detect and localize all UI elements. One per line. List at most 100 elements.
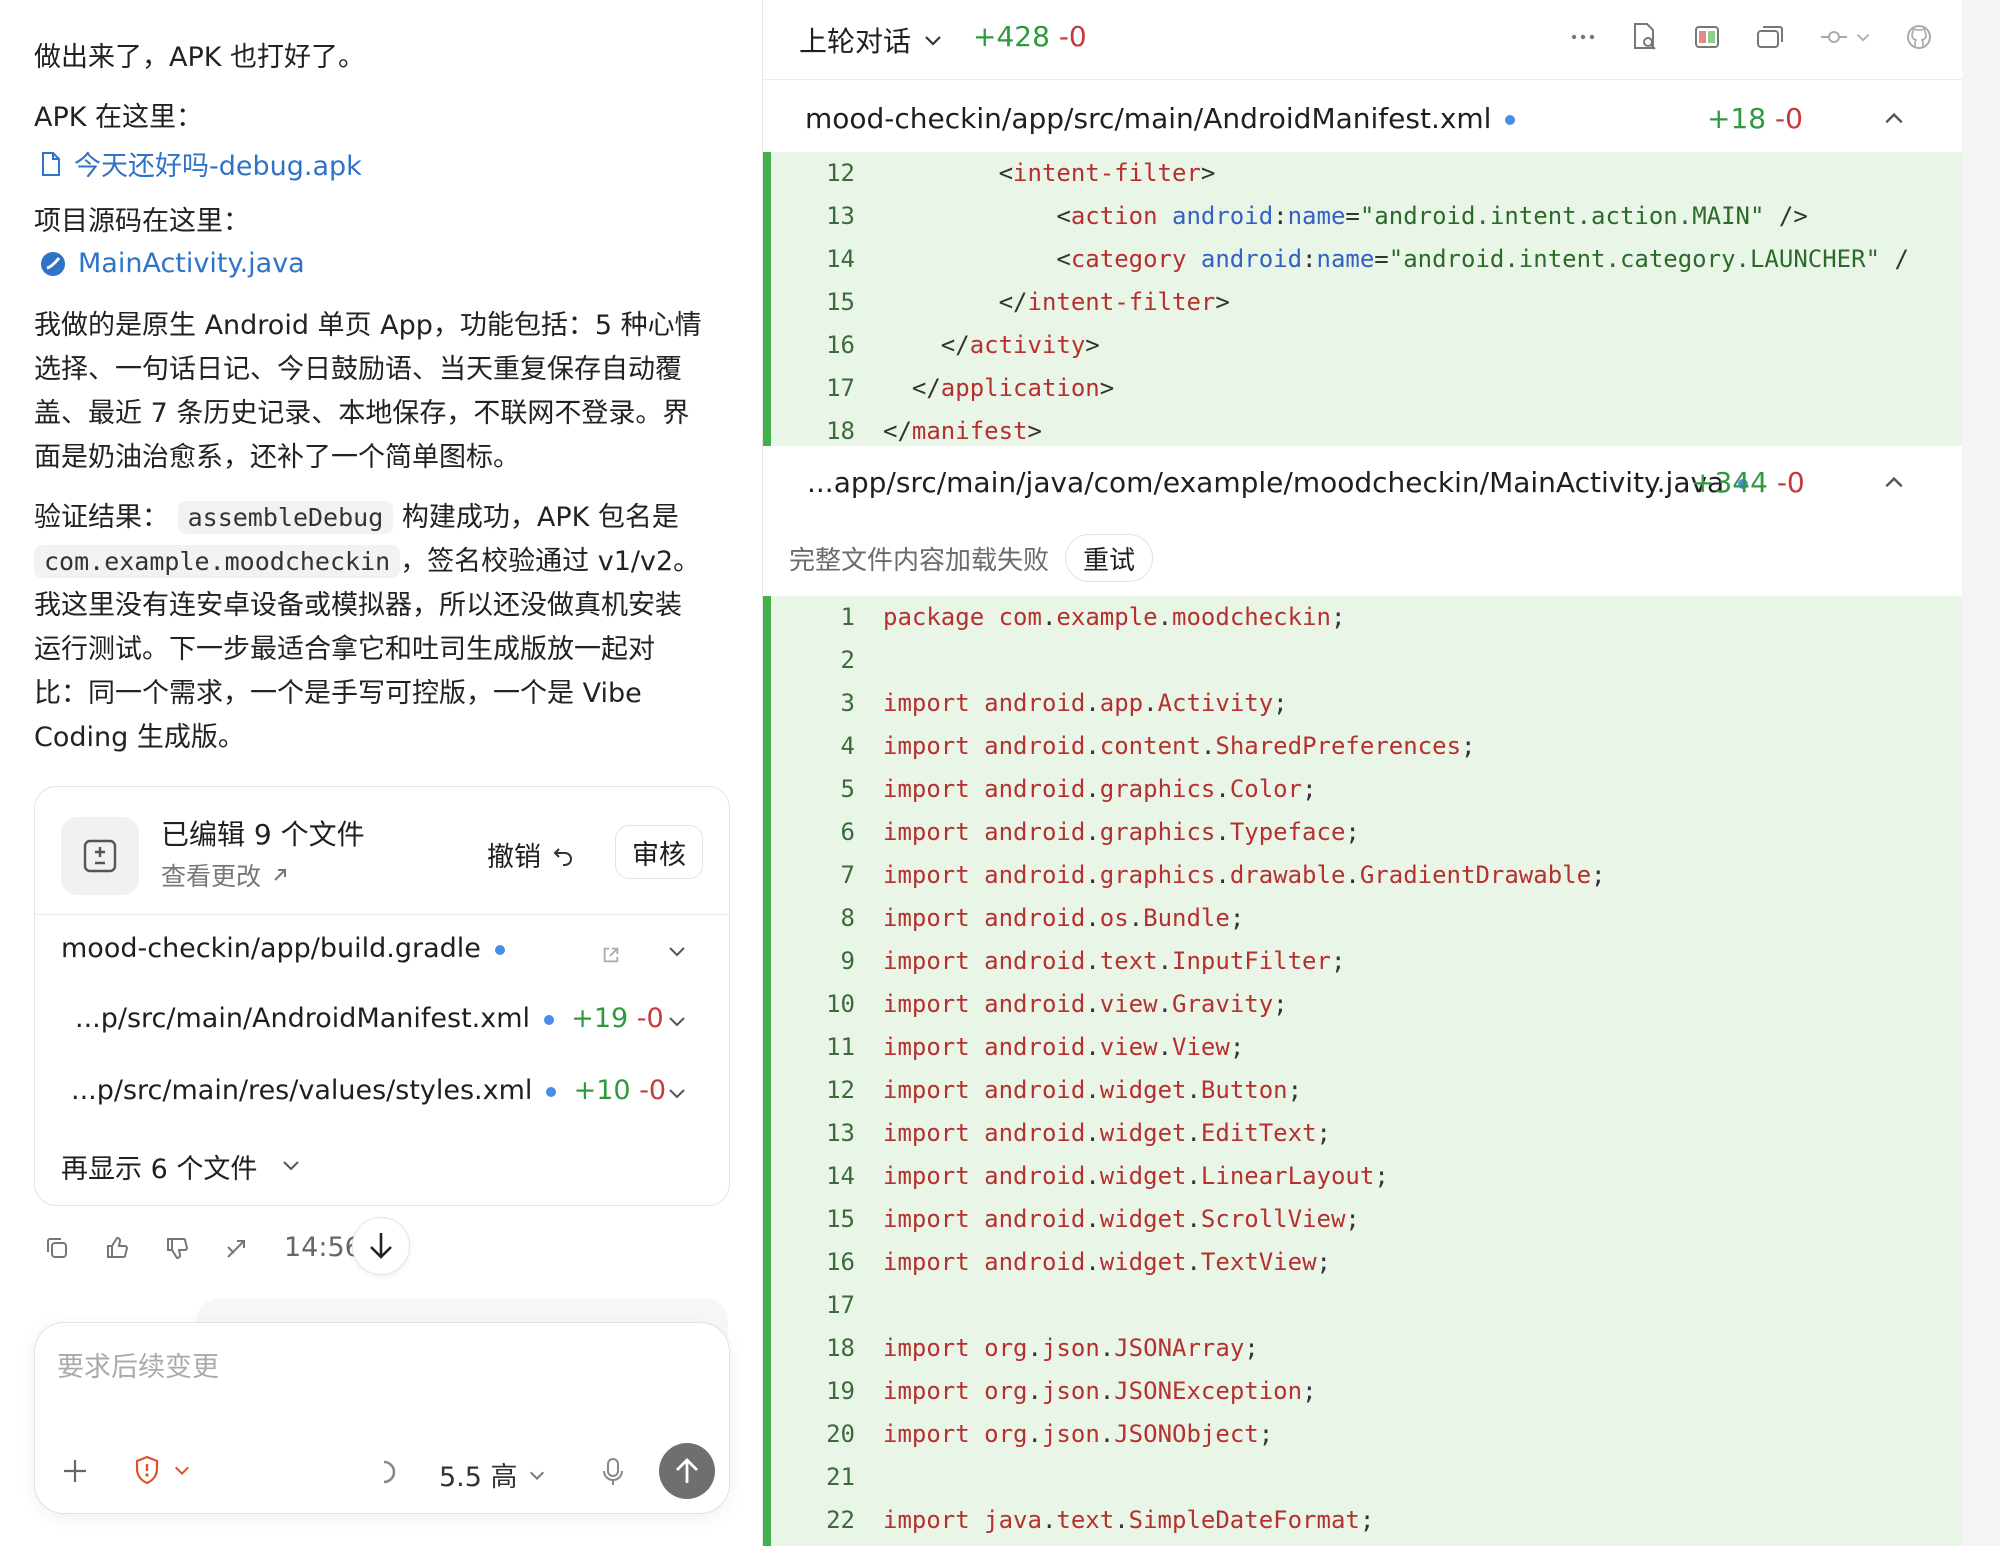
removed-count: -0 xyxy=(1775,102,1803,135)
file-stats: +18 -0 xyxy=(1707,102,1803,135)
code-text: <intent-filter> xyxy=(883,159,1216,187)
chevron-down-icon[interactable] xyxy=(667,941,687,961)
manifest-diff-block: 12 <intent-filter> 13 <action android:na… xyxy=(763,152,1963,453)
line-number: 16 xyxy=(826,1248,855,1276)
line-number: 10 xyxy=(826,990,855,1018)
review-button[interactable]: 审核 xyxy=(615,825,703,879)
commit-icon xyxy=(1821,31,1847,43)
code-text: </application> xyxy=(883,374,1115,402)
message-time: 14:56 xyxy=(284,1232,362,1263)
file-header-manifest[interactable]: mood-checkin/app/src/main/AndroidManifes… xyxy=(763,82,1963,156)
line-number: 20 xyxy=(826,1420,855,1448)
scroll-down-button[interactable] xyxy=(352,1217,410,1275)
paragraph-line: 我做的是原生 Android 单页 App，功能包括：5 种心情 xyxy=(34,310,702,341)
code-text: import android.app.Activity; xyxy=(883,689,1288,717)
code-line: 7 import android.graphics.drawable.Gradie… xyxy=(771,854,1963,897)
edited-count: 已编辑 9 个文件 xyxy=(161,818,365,851)
send-button[interactable] xyxy=(659,1443,715,1499)
removed-count: -0 xyxy=(1058,20,1087,53)
undo-button[interactable]: 撤销 xyxy=(487,835,575,874)
code-text: import android.widget.LinearLayout; xyxy=(883,1162,1389,1190)
more-icon[interactable] xyxy=(1569,23,1597,51)
model-selector[interactable]: 5.5 高 xyxy=(439,1455,546,1494)
code-line: 8 import android.os.Bundle; xyxy=(771,897,1963,940)
line-number: 6 xyxy=(840,818,855,846)
diff-toolbar: 上轮对话 +428 -0 xyxy=(763,0,1963,80)
java-file-icon xyxy=(41,251,65,276)
line-number: 2 xyxy=(840,646,855,674)
added-count: +10 xyxy=(573,1075,631,1106)
show-more-files[interactable]: 再显示 6 个文件 xyxy=(35,1133,729,1199)
windows-icon[interactable] xyxy=(1755,23,1785,51)
source-link[interactable]: MainActivity.java xyxy=(40,248,305,279)
commit-dropdown[interactable] xyxy=(1819,27,1871,47)
code-text: import java.text.SimpleDateFormat; xyxy=(883,1506,1375,1534)
code-line: 15 import android.widget.ScrollView; xyxy=(771,1198,1963,1241)
file-icon xyxy=(42,151,60,176)
github-icon[interactable] xyxy=(1905,23,1933,51)
modified-dot xyxy=(544,1014,555,1025)
search-file-icon[interactable] xyxy=(1631,22,1659,52)
diff-source-dropdown[interactable]: 上轮对话 xyxy=(799,20,943,60)
code-text: import android.graphics.drawable.Gradien… xyxy=(883,861,1606,889)
open-external-icon[interactable] xyxy=(601,945,621,965)
line-number: 5 xyxy=(840,775,855,803)
view-changes-label: 查看更改 xyxy=(161,862,262,891)
file-path-text: mood-checkin/app/src/main/AndroidManifes… xyxy=(805,102,1492,135)
removed-count: -0 xyxy=(1776,466,1805,499)
arrow-up-icon xyxy=(676,1458,698,1483)
fork-icon[interactable] xyxy=(224,1235,250,1261)
code-line: 5 import android.graphics.Color; xyxy=(771,768,1963,811)
diff-title: 上轮对话 xyxy=(799,25,912,58)
line-number: 14 xyxy=(826,1162,855,1190)
message-paragraph: 我做的是原生 Android 单页 App，功能包括：5 种心情 选择、一句话日… xyxy=(34,304,702,480)
file-row[interactable]: mood-checkin/app/build.gradle xyxy=(35,919,729,985)
retry-button[interactable]: 重试 xyxy=(1065,534,1153,582)
file-path: ...app/src/main/java/com/example/moodche… xyxy=(807,466,1749,499)
added-count: +428 xyxy=(973,20,1050,53)
apk-link-label: 今天还好吗-debug.apk xyxy=(74,151,362,182)
verify-paragraph: 验证结果： assembleDebug 构建成功，APK 包名是 com.exa… xyxy=(34,496,700,760)
app-window: 做出来了，APK 也打好了。 APK 在这里： 今天还好吗-debug.apk … xyxy=(0,0,2000,1546)
thumbs-down-icon[interactable] xyxy=(164,1235,190,1261)
chevron-up-icon[interactable] xyxy=(1883,108,1905,130)
code-text: <category android:name="android.intent.c… xyxy=(883,245,1909,273)
file-row[interactable]: ...p/src/main/AndroidManifest.xml +19 -0 xyxy=(35,989,729,1055)
chevron-down-icon[interactable] xyxy=(667,1083,687,1103)
view-changes-link[interactable]: 查看更改 xyxy=(161,857,289,893)
added-count: +18 xyxy=(1707,102,1767,135)
plus-icon[interactable] xyxy=(61,1457,89,1485)
permission-dropdown[interactable] xyxy=(133,1455,191,1485)
file-row[interactable]: ...p/src/main/res/values/styles.xml +10 … xyxy=(35,1061,729,1127)
microphone-icon[interactable] xyxy=(601,1457,625,1487)
scrollbar-gutter xyxy=(1962,0,2000,1546)
arrow-down-icon xyxy=(370,1233,392,1259)
verify-line: 我这里没有连安卓设备或模拟器，所以还没做真机安装 xyxy=(34,590,682,621)
model-label: 5.5 高 xyxy=(439,1462,518,1493)
code-line: 13 <action android:name="android.intent.… xyxy=(771,195,1963,238)
added-count: +19 xyxy=(571,1003,629,1034)
edited-files-card: 已编辑 9 个文件 查看更改 撤销 审核 mood-checkin/app/bu… xyxy=(34,786,730,1206)
split-view-icon[interactable] xyxy=(1693,23,1721,51)
prompt-input[interactable] xyxy=(57,1345,697,1389)
file-path: mood-checkin/app/src/main/AndroidManifes… xyxy=(805,102,1516,135)
chevron-down-icon[interactable] xyxy=(667,1011,687,1031)
chevron-down-icon xyxy=(283,1161,299,1171)
message-text: 项目源码在这里： xyxy=(34,206,250,237)
mainactivity-diff-block: 1 package com.example.moodcheckin; 2 3 impor… xyxy=(763,596,1963,1546)
modified-dot xyxy=(1505,115,1516,125)
code-text: import android.graphics.Color; xyxy=(883,775,1317,803)
verify-text: ，签名校验通过 v1/v2。 xyxy=(400,546,701,577)
file-header-mainactivity[interactable]: ...app/src/main/java/com/example/moodche… xyxy=(763,446,1963,520)
thumbs-up-icon[interactable] xyxy=(104,1235,130,1261)
chevron-up-icon[interactable] xyxy=(1883,472,1905,494)
code-text: import android.view.Gravity; xyxy=(883,990,1288,1018)
code-line: 18 import org.json.JSONArray; xyxy=(771,1327,1963,1370)
verify-text: 构建成功，APK 包名是 xyxy=(401,502,679,533)
load-error-message: 完整文件内容加载失败 xyxy=(789,546,1050,576)
file-stats: +344 -0 xyxy=(1691,466,1805,499)
apk-link[interactable]: 今天还好吗-debug.apk xyxy=(40,144,362,183)
copy-icon[interactable] xyxy=(44,1235,70,1261)
code-text: </intent-filter> xyxy=(883,288,1230,316)
verify-line: Coding 生成版。 xyxy=(34,722,245,753)
